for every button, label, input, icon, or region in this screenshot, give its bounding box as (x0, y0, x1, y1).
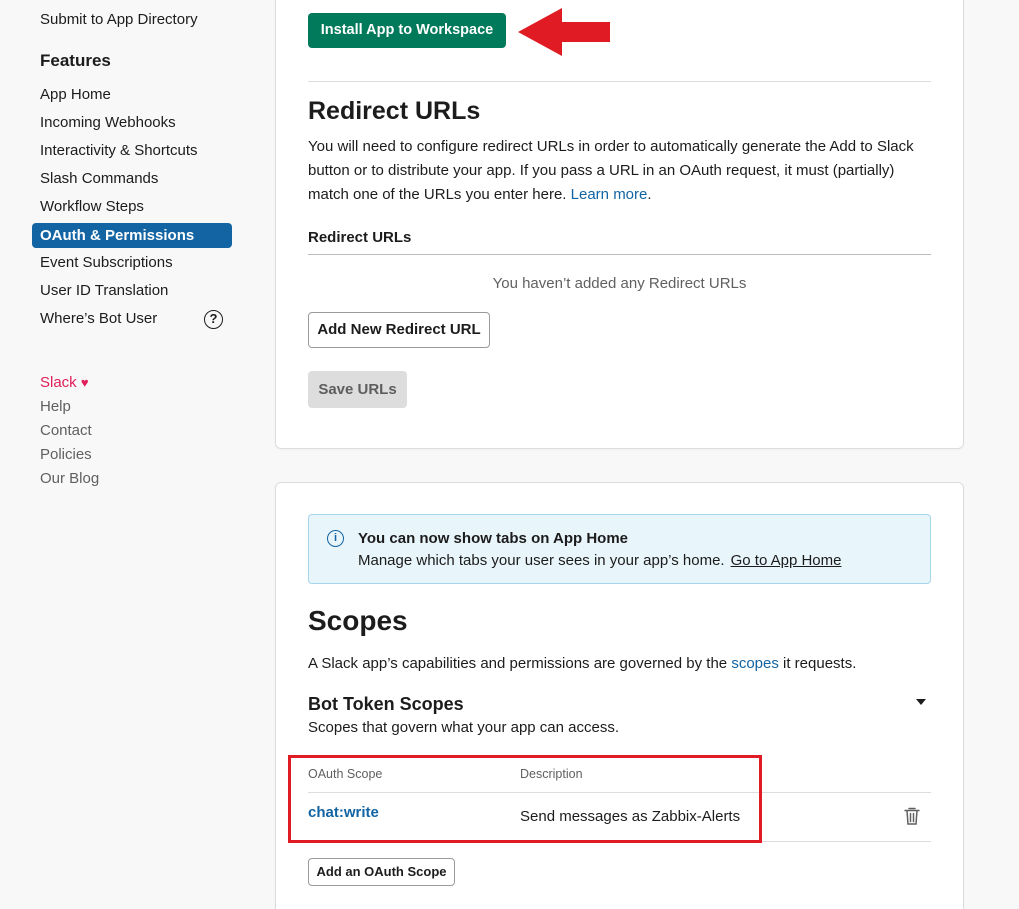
save-urls-button[interactable]: Save URLs (308, 371, 407, 408)
scopes-description-prefix: A Slack app’s capabilities and permissio… (308, 655, 728, 672)
sidebar: Submit to App Directory Features App Hom… (0, 0, 260, 909)
sidebar-item-submit-to-app-directory[interactable]: Submit to App Directory (40, 11, 198, 28)
bot-token-scopes-title: Bot Token Scopes (308, 694, 464, 714)
sidebar-item-oauth-permissions[interactable]: OAuth & Permissions (32, 223, 232, 248)
trash-icon[interactable] (903, 806, 921, 826)
red-arrow-annotation (518, 8, 610, 56)
footer-contact-link[interactable]: Contact (40, 422, 92, 439)
add-oauth-scope-button[interactable]: Add an OAuth Scope (308, 858, 455, 886)
collapse-caret-icon[interactable] (916, 699, 926, 705)
footer-our-blog-link[interactable]: Our Blog (40, 470, 99, 487)
app-home-tabs-banner: i You can now show tabs on App Home Mana… (308, 514, 931, 584)
redirect-urls-empty-message: You haven’t added any Redirect URLs (492, 275, 747, 292)
red-box-annotation (288, 755, 762, 843)
scopes-title: Scopes (308, 605, 408, 636)
help-icon[interactable]: ? (204, 310, 223, 329)
scopes-description-suffix: it requests. (783, 655, 857, 672)
learn-more-link[interactable]: Learn more (571, 186, 648, 203)
divider (308, 81, 931, 82)
banner-title: You can now show tabs on App Home (358, 530, 629, 547)
redirect-urls-list-label: Redirect URLs (308, 229, 412, 246)
sidebar-item-incoming-webhooks[interactable]: Incoming Webhooks (40, 114, 176, 131)
sidebar-item-slash-commands[interactable]: Slash Commands (40, 170, 158, 187)
scopes-link[interactable]: scopes (731, 655, 779, 672)
footer-slack-link[interactable]: Slack ♥ (40, 374, 89, 391)
footer-help-link[interactable]: Help (40, 398, 71, 415)
footer-slack-label: Slack (40, 374, 77, 391)
banner-text: Manage which tabs your user sees in your… (358, 552, 842, 569)
redirect-description-period: . (647, 186, 652, 203)
scopes-description: A Slack app’s capabilities and permissio… (308, 655, 856, 672)
sidebar-item-interactivity-shortcuts[interactable]: Interactivity & Shortcuts (40, 142, 198, 159)
bot-token-scopes-subtitle: Scopes that govern what your app can acc… (308, 719, 620, 736)
add-new-redirect-url-button[interactable]: Add New Redirect URL (308, 312, 490, 348)
sidebar-item-wheres-bot-user[interactable]: Where’s Bot User (40, 310, 157, 327)
banner-text-body: Manage which tabs your user sees in your… (358, 552, 725, 569)
go-to-app-home-link[interactable]: Go to App Home (731, 552, 842, 569)
sidebar-item-event-subscriptions[interactable]: Event Subscriptions (40, 254, 173, 271)
sidebar-features-heading: Features (40, 51, 111, 70)
footer-policies-link[interactable]: Policies (40, 446, 92, 463)
info-icon: i (327, 530, 344, 547)
divider (308, 254, 931, 255)
install-app-button[interactable]: Install App to Workspace (308, 13, 506, 48)
sidebar-item-workflow-steps[interactable]: Workflow Steps (40, 198, 144, 215)
heart-icon: ♥ (80, 375, 89, 390)
sidebar-item-user-id-translation[interactable]: User ID Translation (40, 282, 168, 299)
sidebar-item-app-home[interactable]: App Home (40, 86, 111, 103)
redirect-urls-description: You will need to configure redirect URLs… (308, 135, 928, 207)
redirect-urls-title: Redirect URLs (308, 97, 481, 125)
